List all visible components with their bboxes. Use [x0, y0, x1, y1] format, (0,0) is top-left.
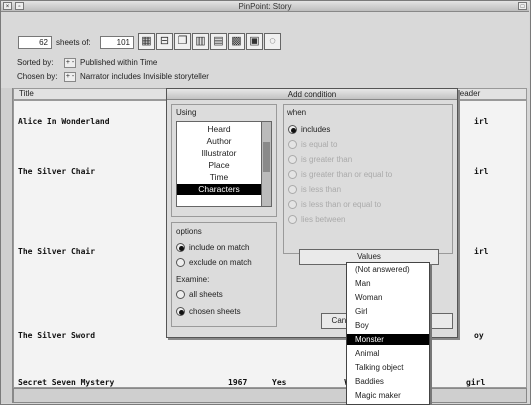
values-popup-menu: (Not answered) Man Woman Girl Boy Monste…	[346, 262, 430, 405]
radio-label: include on match	[189, 243, 250, 252]
radio-label: is equal to	[301, 140, 338, 149]
sheets-count-field: 62	[18, 36, 52, 49]
using-scrollbar[interactable]	[261, 122, 271, 206]
help-icon[interactable]: ◌	[264, 33, 281, 50]
chosen-by-label: Chosen by:	[17, 72, 58, 81]
radio-include-on-match[interactable]	[176, 243, 185, 252]
radio-label: all sheets	[189, 290, 223, 299]
table-row-title[interactable]: Alice In Wonderland	[18, 117, 110, 126]
table-cell-flag: Yes	[272, 378, 287, 387]
list-item[interactable]: Illustrator	[177, 148, 261, 159]
radio-between[interactable]	[288, 215, 297, 224]
back-icon[interactable]: ▫	[15, 2, 24, 10]
table-row-end: irl	[474, 167, 489, 176]
table-row-end: irl	[474, 117, 489, 126]
radio-label: chosen sheets	[189, 307, 241, 316]
list-item-selected[interactable]: Characters	[177, 184, 261, 195]
menu-item[interactable]: Animal	[347, 348, 429, 359]
chosen-by-toggle[interactable]: + -	[64, 72, 76, 82]
list-item[interactable]: Time	[177, 172, 261, 183]
menu-item-selected[interactable]: Monster	[347, 334, 429, 345]
toggle-size-icon[interactable]: □	[518, 2, 527, 10]
radio-label: is less than	[301, 185, 342, 194]
radio-label: is greater than or equal to	[301, 170, 393, 179]
horizontal-scrollbar[interactable]	[13, 388, 527, 403]
sorted-by-value: Published within Time	[80, 58, 158, 67]
filter-icon[interactable]: ⊟	[156, 33, 173, 50]
table-row-end: oy	[474, 331, 484, 340]
column-title: Title	[19, 89, 34, 98]
scroll-thumb[interactable]	[263, 142, 270, 172]
sorted-by-label: Sorted by:	[17, 58, 54, 67]
options-label: options	[176, 227, 202, 236]
column-leader: leader	[458, 89, 481, 98]
table-icon[interactable]: ▤	[210, 33, 227, 50]
table-row-title[interactable]: The Silver Chair	[18, 247, 95, 256]
radio-all-sheets[interactable]	[176, 290, 185, 299]
title-bar[interactable]: PinPoint: Story	[1, 1, 529, 12]
ok-button[interactable]	[431, 313, 453, 329]
sorted-by-toggle[interactable]: + -	[64, 58, 76, 68]
menu-item[interactable]: (Not answered)	[347, 264, 429, 275]
table-row-title[interactable]: The Silver Sword	[18, 331, 95, 340]
using-listbox[interactable]: Heard Author Illustrator Place Time Char…	[176, 121, 272, 207]
table-row-end: girl	[466, 378, 486, 387]
vertical-scrollbar[interactable]	[1, 88, 13, 403]
dialog-title: Add condition	[287, 90, 337, 99]
graph-icon[interactable]: ▥	[192, 33, 209, 50]
radio-label: lies between	[301, 215, 346, 224]
table-row-title[interactable]: The Silver Chair	[18, 167, 95, 176]
menu-item[interactable]: Girl	[347, 306, 429, 317]
examine-label: Examine:	[176, 275, 210, 284]
when-label: when	[287, 108, 307, 117]
radio-less-equal[interactable]	[288, 200, 297, 209]
window-title: PinPoint: Story	[238, 2, 292, 11]
radio-greater-equal[interactable]	[288, 170, 297, 179]
table-row-title[interactable]: Secret Seven Mystery	[18, 378, 114, 387]
radio-chosen-sheets[interactable]	[176, 307, 185, 316]
radio-label: exclude on match	[189, 258, 252, 267]
radio-equal[interactable]	[288, 140, 297, 149]
radio-label: is greater than	[301, 155, 353, 164]
menu-item[interactable]: Baddies	[347, 376, 429, 387]
copy-icon[interactable]: ❐	[174, 33, 191, 50]
menu-item[interactable]: Magic maker	[347, 390, 429, 401]
using-label: Using	[176, 108, 197, 117]
sheets-total-field: 101	[100, 36, 134, 49]
radio-exclude-on-match[interactable]	[176, 258, 185, 267]
list-item[interactable]: Heard	[177, 124, 261, 135]
radio-less[interactable]	[288, 185, 297, 194]
chosen-by-value: Narrator includes Invisible storyteller	[80, 72, 209, 81]
sheets-of-label: sheets of:	[56, 38, 91, 47]
radio-label: is less than or equal to	[301, 200, 382, 209]
list-item[interactable]: Place	[177, 160, 261, 171]
table-cell-year: 1967	[228, 378, 248, 387]
menu-item[interactable]: Man	[347, 278, 429, 289]
radio-greater[interactable]	[288, 155, 297, 164]
menu-item[interactable]: Boy	[347, 320, 429, 331]
record-icon[interactable]: ▣	[246, 33, 263, 50]
table-row-end: irl	[474, 247, 489, 256]
close-icon[interactable]: ×	[3, 2, 12, 10]
radio-includes[interactable]	[288, 125, 297, 134]
menu-item[interactable]: Woman	[347, 292, 429, 303]
dialog-title-bar[interactable]: Add condition	[167, 89, 457, 100]
sort-icon[interactable]: ▦	[138, 33, 155, 50]
chart-icon[interactable]: ▩	[228, 33, 245, 50]
list-item[interactable]: Author	[177, 136, 261, 147]
menu-item[interactable]: Talking object	[347, 362, 429, 373]
radio-label: includes	[301, 125, 331, 134]
values-label: Values	[357, 252, 381, 261]
